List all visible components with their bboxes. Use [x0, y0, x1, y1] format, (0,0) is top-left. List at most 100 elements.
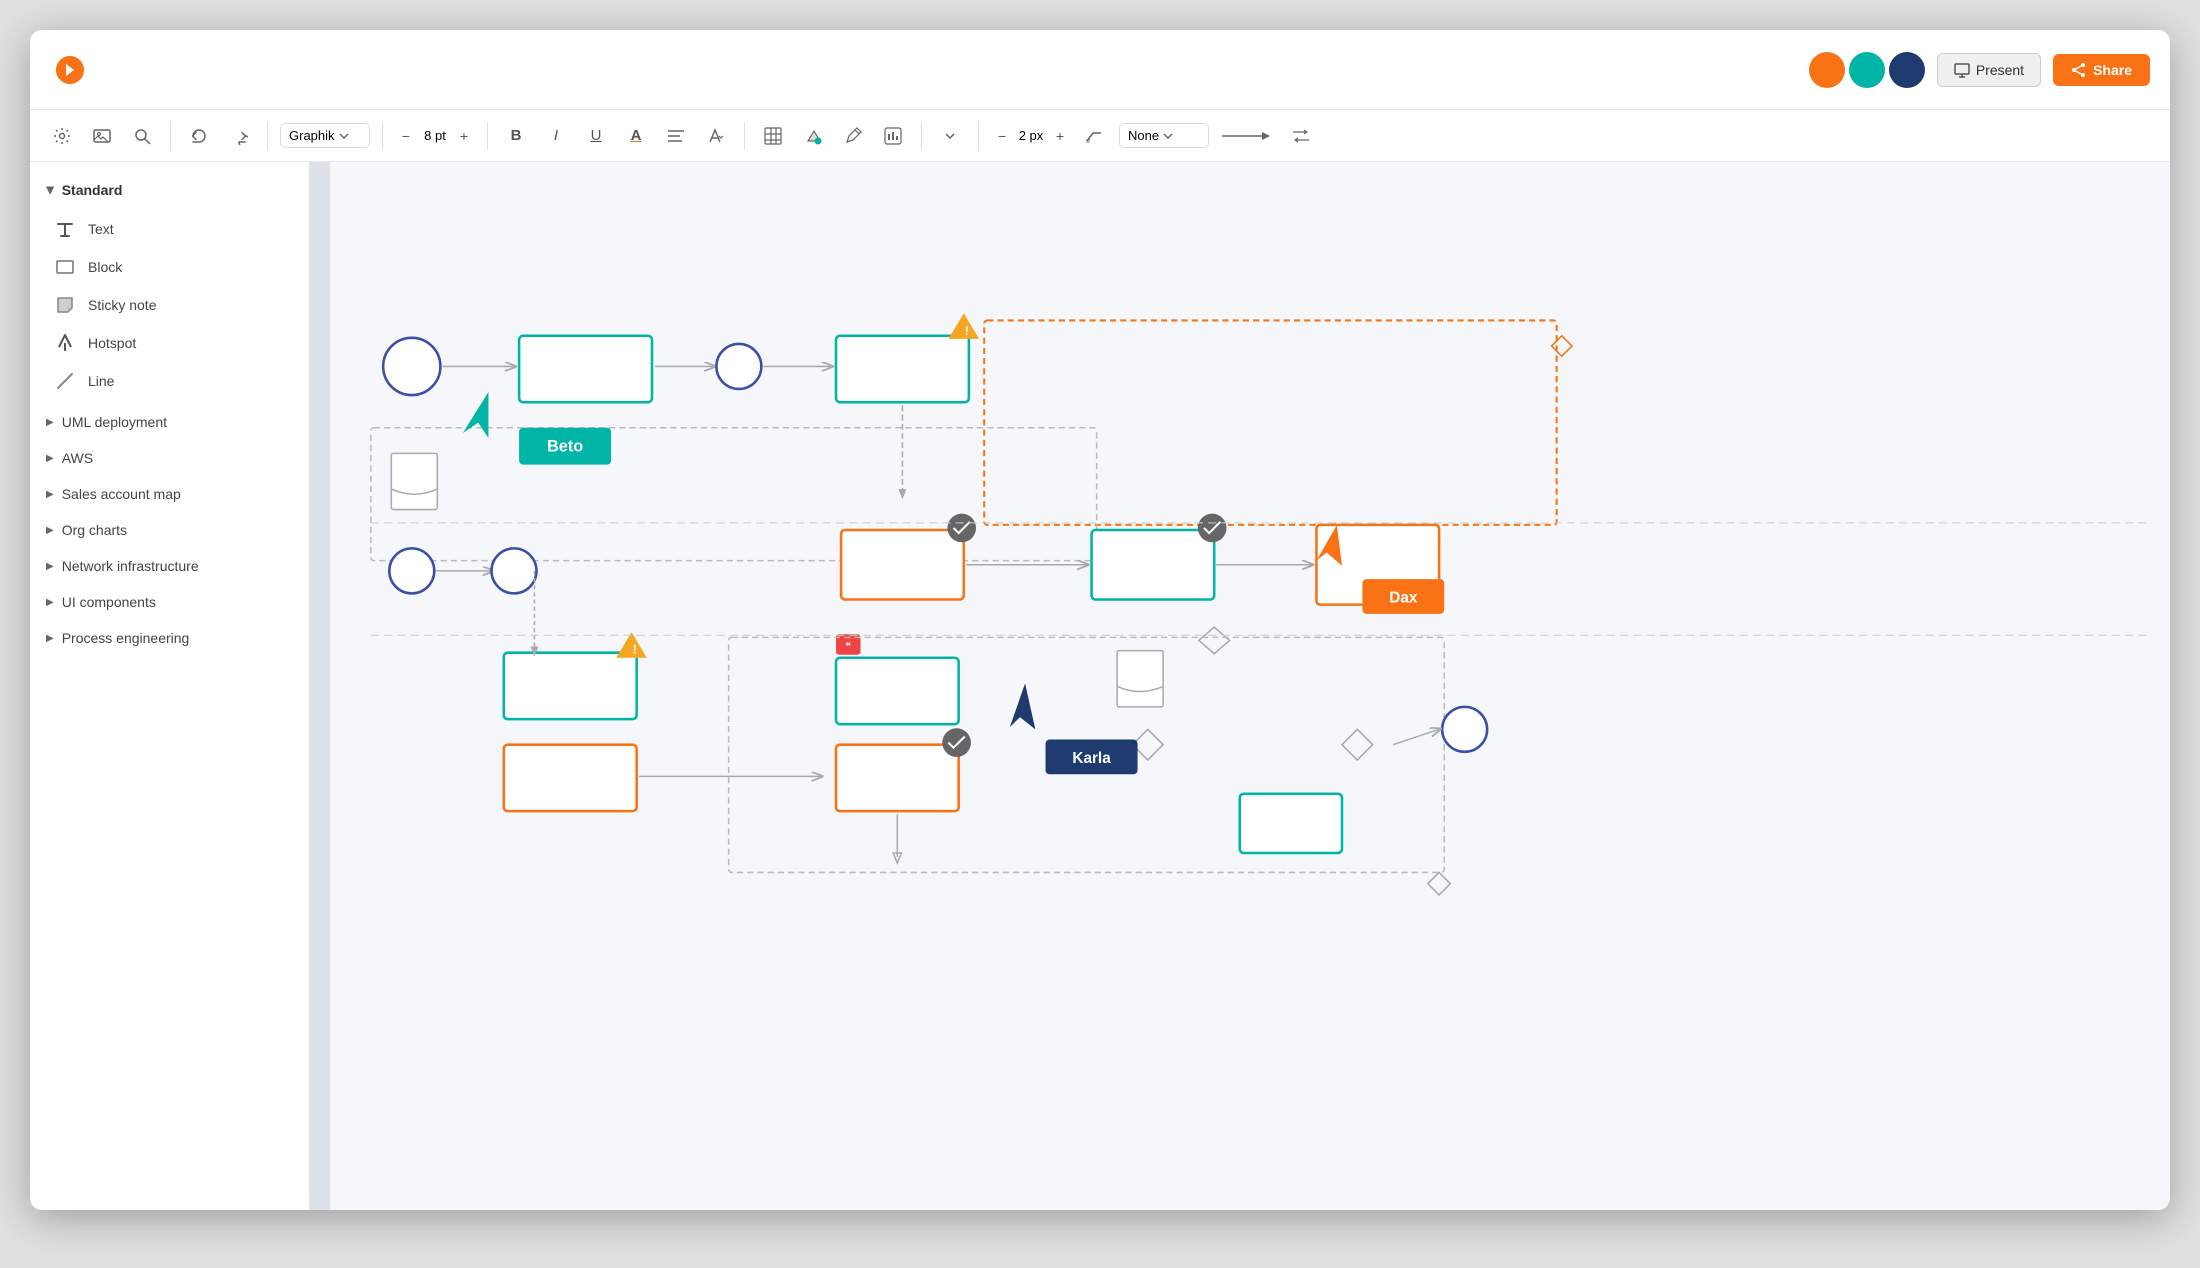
share-button[interactable]: Share — [2053, 54, 2150, 86]
sidebar-section-aws[interactable]: ▶ AWS — [30, 440, 309, 476]
logo[interactable] — [50, 50, 90, 90]
avatar-group — [1809, 52, 1925, 88]
sidebar-item-sticky-note[interactable]: Sticky note — [30, 286, 309, 324]
pen-button[interactable] — [837, 120, 869, 152]
standard-section-header[interactable]: ▶ Standard — [30, 174, 309, 206]
ui-label: UI components — [62, 594, 156, 610]
undo-button[interactable] — [183, 120, 215, 152]
line-icon — [54, 370, 76, 392]
text-align-button[interactable] — [700, 120, 732, 152]
divider-4 — [487, 122, 488, 150]
divider-6 — [921, 122, 922, 150]
font-size-minus-button[interactable]: − — [395, 125, 417, 147]
hotspot-icon — [54, 332, 76, 354]
pen-icon — [844, 127, 862, 145]
font-color-label: A — [631, 127, 642, 144]
text-size-icon — [708, 128, 724, 144]
fill-button[interactable] — [797, 120, 829, 152]
avatar-orange — [1809, 52, 1845, 88]
standard-label: Standard — [62, 182, 123, 198]
font-color-button[interactable]: A — [620, 120, 652, 152]
chevron-right-icon-3: ▶ — [46, 489, 54, 500]
dropdown-arrow-icon — [945, 133, 955, 139]
share-icon — [2071, 62, 2087, 78]
avatar-navy — [1889, 52, 1925, 88]
main-content: ▶ Standard Text — [30, 162, 2170, 1210]
svg-text:❝: ❝ — [846, 642, 852, 653]
canvas-area[interactable]: ! Beto — [310, 162, 2170, 1210]
font-size-plus-button[interactable]: + — [453, 125, 475, 147]
swap-button[interactable] — [1285, 120, 1317, 152]
search-button[interactable] — [126, 120, 158, 152]
chevron-right-icon-5: ▶ — [46, 561, 54, 572]
present-icon — [1954, 62, 1970, 78]
align-button[interactable] — [660, 120, 692, 152]
present-button[interactable]: Present — [1937, 53, 2041, 87]
bold-button[interactable]: B — [500, 120, 532, 152]
sticky-note-icon — [54, 294, 76, 316]
sidebar-item-block[interactable]: Block — [30, 248, 309, 286]
sidebar-section-sales[interactable]: ▶ Sales account map — [30, 476, 309, 512]
block-icon — [54, 256, 76, 278]
sidebar-item-text[interactable]: Text — [30, 210, 309, 248]
line-corner-icon — [1085, 129, 1105, 143]
italic-button[interactable]: I — [540, 120, 572, 152]
arrow-button[interactable] — [1217, 120, 1277, 152]
extra-button[interactable] — [877, 120, 909, 152]
sidebar-item-line[interactable]: Line — [30, 362, 309, 400]
line-style-button[interactable] — [1079, 120, 1111, 152]
table-button[interactable] — [757, 120, 789, 152]
share-label: Share — [2093, 62, 2132, 78]
divider-2 — [267, 122, 268, 150]
sidebar-section-network[interactable]: ▶ Network infrastructure — [30, 548, 309, 584]
sidebar: ▶ Standard Text — [30, 162, 310, 1210]
sidebar-section-org[interactable]: ▶ Org charts — [30, 512, 309, 548]
divider-3 — [382, 122, 383, 150]
line-width-control: − 2 px + — [991, 125, 1071, 147]
image-button[interactable] — [86, 120, 118, 152]
font-size-control: − 8 pt + — [395, 125, 475, 147]
network-label: Network infrastructure — [62, 558, 199, 574]
chevron-right-icon: ▶ — [46, 417, 54, 428]
top-bar: Present Share — [30, 30, 2170, 110]
line-width-minus-button[interactable]: − — [991, 125, 1013, 147]
font-family-value: Graphik — [289, 128, 335, 143]
chevron-right-icon-4: ▶ — [46, 525, 54, 536]
svg-text:Beto: Beto — [547, 437, 583, 455]
settings-button[interactable] — [46, 120, 78, 152]
sidebar-item-line-label: Line — [88, 373, 114, 389]
end-cap-value: None — [1128, 128, 1159, 143]
sidebar-item-hotspot-label: Hotspot — [88, 335, 136, 351]
end-cap-select[interactable]: None — [1119, 123, 1209, 148]
chevron-down-icon — [339, 133, 349, 139]
line-width-plus-button[interactable]: + — [1049, 125, 1071, 147]
svg-text:Dax: Dax — [1389, 590, 1418, 607]
font-family-select[interactable]: Graphik — [280, 123, 370, 148]
arrow-icon — [1222, 130, 1272, 142]
chevron-down-icon-2 — [1163, 133, 1173, 139]
avatar-teal — [1849, 52, 1885, 88]
toolbar: Graphik − 8 pt + B I U A — [30, 110, 2170, 162]
chevron-icon: ▶ — [44, 186, 55, 194]
gear-icon — [53, 127, 71, 145]
divider-1 — [170, 122, 171, 150]
sidebar-section-process[interactable]: ▶ Process engineering — [30, 620, 309, 656]
align-icon — [668, 129, 684, 143]
sidebar-section-uml[interactable]: ▶ UML deployment — [30, 404, 309, 440]
image-icon — [93, 127, 111, 145]
redo-button[interactable] — [223, 120, 255, 152]
org-label: Org charts — [62, 522, 127, 538]
chevron-right-icon-6: ▶ — [46, 597, 54, 608]
sales-label: Sales account map — [62, 486, 181, 502]
extra-options-button[interactable] — [934, 120, 966, 152]
diagram-canvas[interactable]: ! Beto — [330, 162, 2170, 1184]
sidebar-item-hotspot[interactable]: Hotspot — [30, 324, 309, 362]
sidebar-item-text-label: Text — [88, 221, 114, 237]
table-icon — [764, 127, 782, 145]
sidebar-section-ui[interactable]: ▶ UI components — [30, 584, 309, 620]
standard-items: Text Block — [30, 206, 309, 404]
redo-icon — [230, 127, 248, 145]
svg-text:!: ! — [633, 643, 637, 657]
underline-button[interactable]: U — [580, 120, 612, 152]
scroll-indicator — [310, 162, 330, 1210]
